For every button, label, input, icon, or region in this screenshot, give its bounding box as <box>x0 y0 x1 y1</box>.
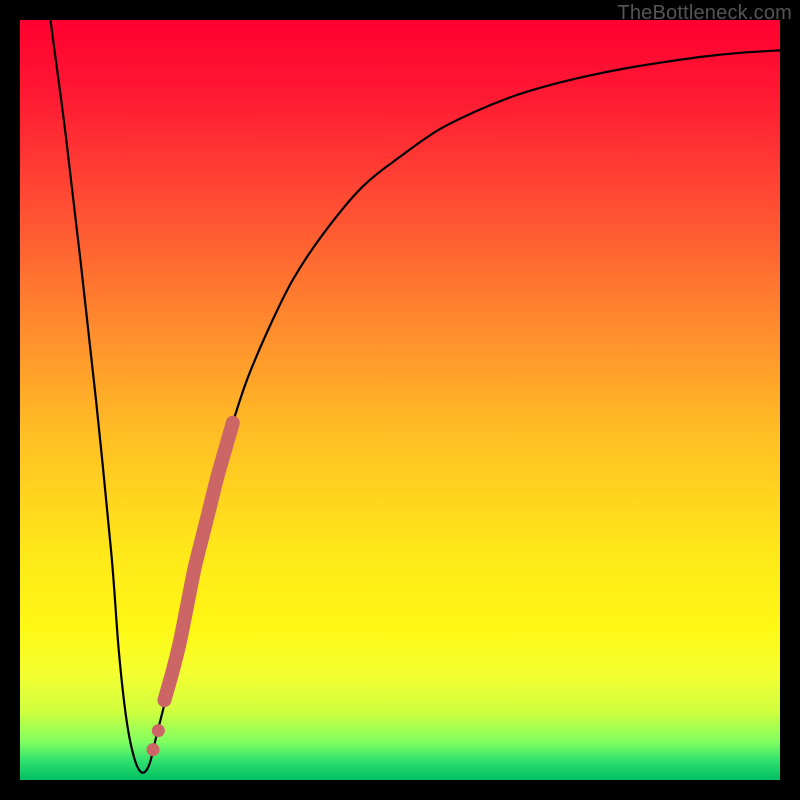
chart-frame: TheBottleneck.com <box>0 0 800 800</box>
plot-area <box>20 20 780 780</box>
chart-svg <box>20 20 780 780</box>
overlay-dot <box>152 724 165 737</box>
gradient-background <box>20 20 780 780</box>
overlay-dot <box>147 743 160 756</box>
